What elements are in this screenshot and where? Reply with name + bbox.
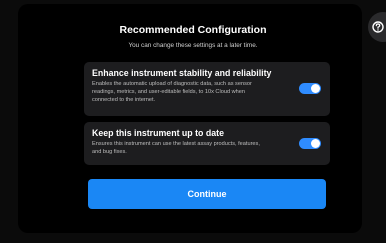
updates-toggle[interactable] [299,138,321,149]
setting-title: Keep this instrument up to date [92,128,224,138]
dialog-subtitle: You can change these settings at a later… [128,42,258,49]
toggle-knob [311,84,320,93]
setting-card-stability: Enhance instrument stability and reliabi… [84,62,330,116]
help-icon [372,21,384,33]
toggle-knob [311,139,320,148]
dialog-title: Recommended Configuration [119,24,267,36]
setting-description: Enables the automatic upload of diagnost… [92,81,252,103]
help-button[interactable] [368,12,386,42]
stability-toggle[interactable] [299,83,321,94]
setting-description: Ensures this instrument can use the late… [92,141,260,155]
setting-title: Enhance instrument stability and reliabi… [92,68,272,78]
continue-button[interactable]: Continue [88,179,326,209]
setting-card-updates: Keep this instrument up to date Ensures … [84,122,330,165]
